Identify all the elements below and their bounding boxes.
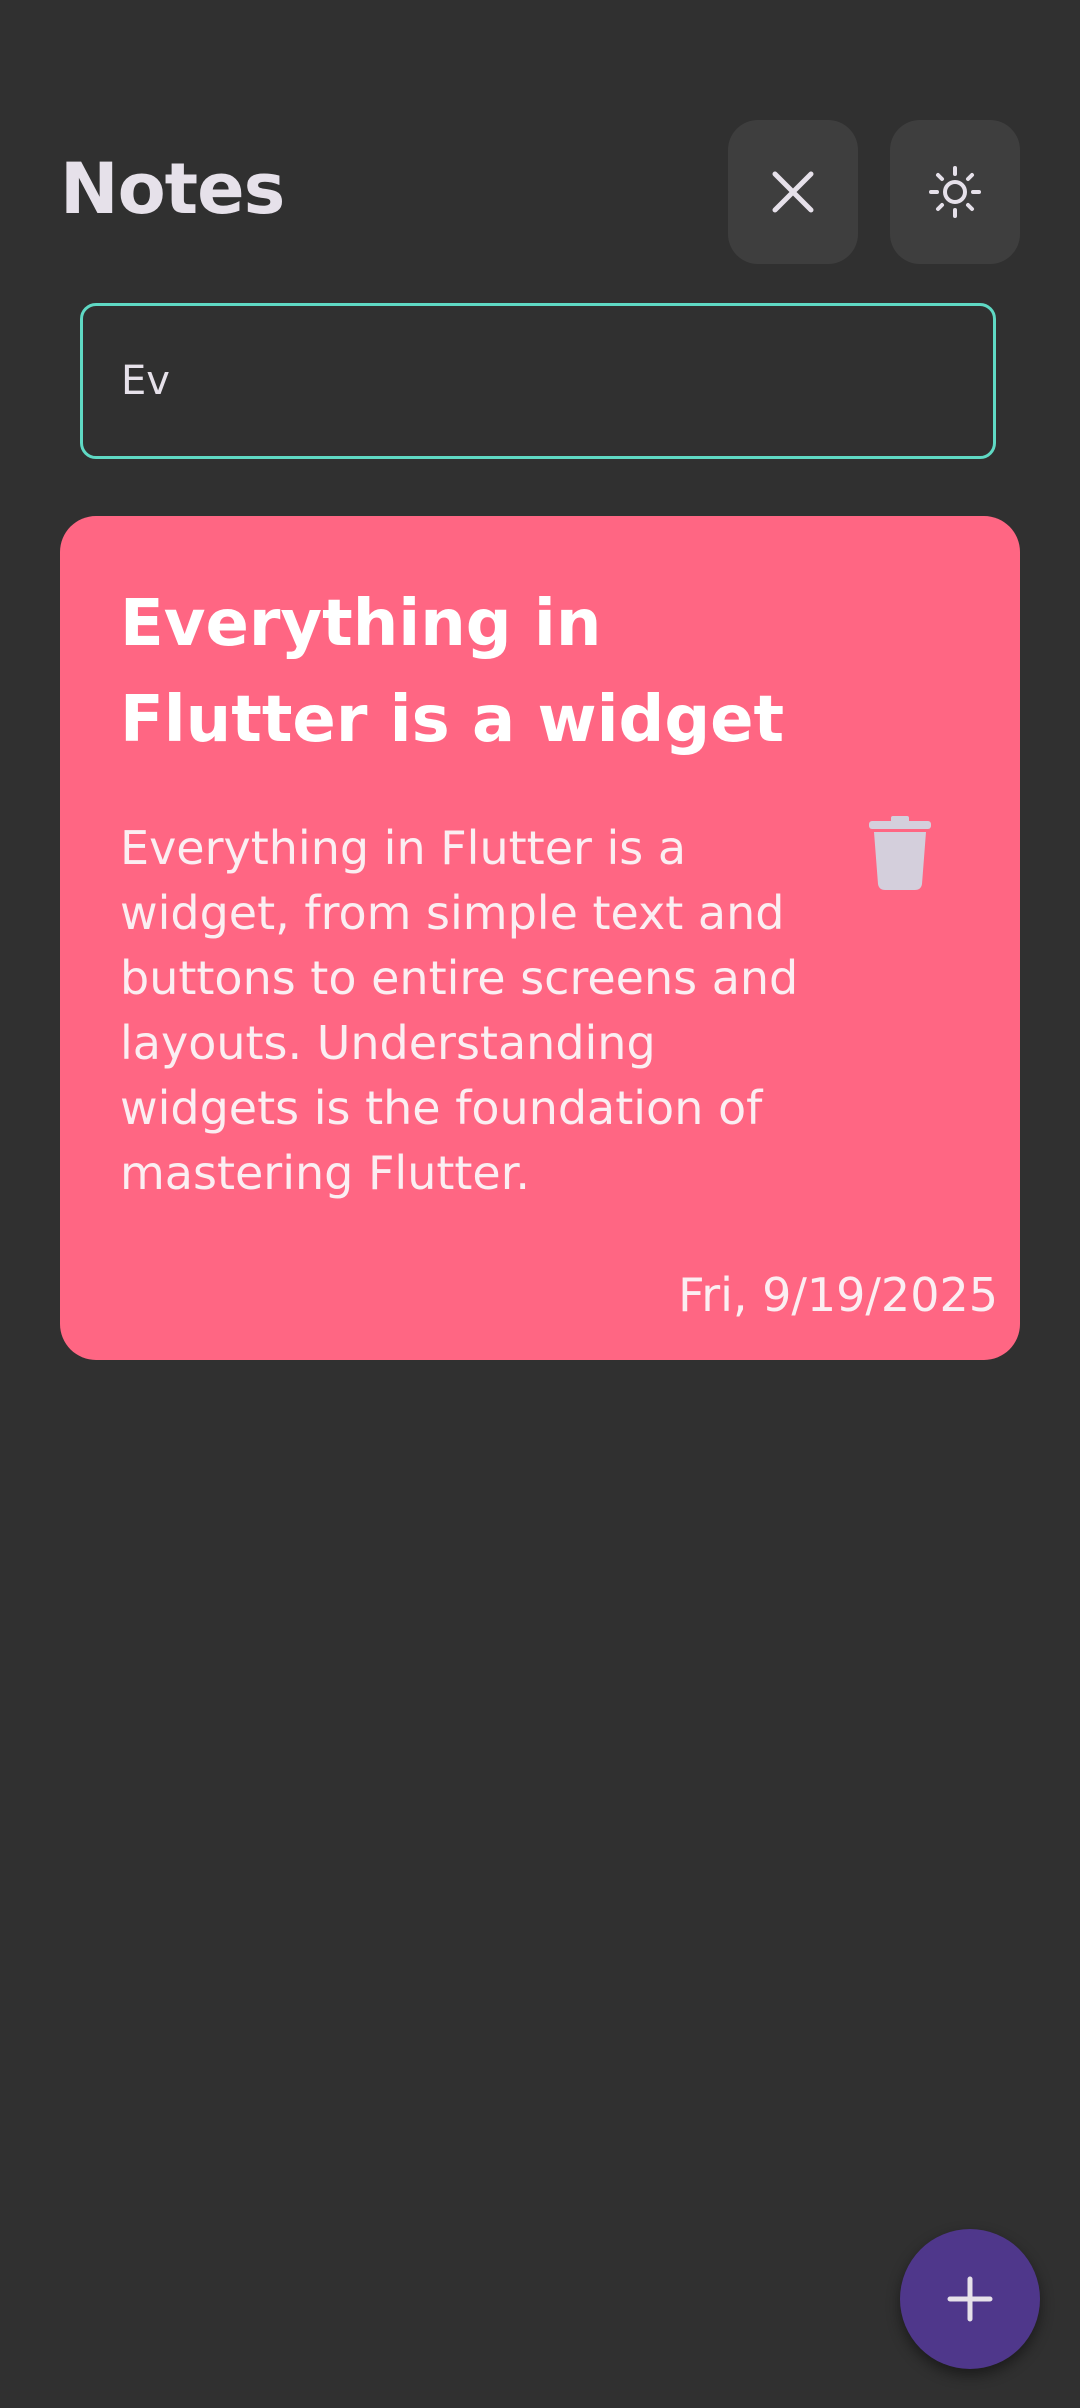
note-body: Everything in Flutter is a widget, from … (120, 821, 799, 1200)
clear-search-button[interactable] (728, 120, 858, 264)
page-title: Notes (60, 148, 285, 230)
note-title: Everything in Flutter is a widget (120, 587, 785, 757)
add-note-button[interactable] (900, 2229, 1040, 2369)
notes-screen: Notes Everything in Flutter is a widget … (0, 0, 1080, 2408)
delete-note-button[interactable] (860, 808, 940, 898)
sun-icon (929, 166, 981, 218)
note-date: Fri, 9/19/2025 (678, 1268, 998, 1322)
theme-toggle-button[interactable] (890, 120, 1020, 264)
note-card[interactable]: Everything in Flutter is a widget Everyt… (60, 516, 1020, 1360)
plus-icon (947, 2276, 993, 2322)
close-icon (772, 171, 814, 213)
search-field[interactable] (80, 303, 996, 459)
search-input[interactable] (121, 306, 941, 456)
trash-icon (869, 816, 931, 890)
